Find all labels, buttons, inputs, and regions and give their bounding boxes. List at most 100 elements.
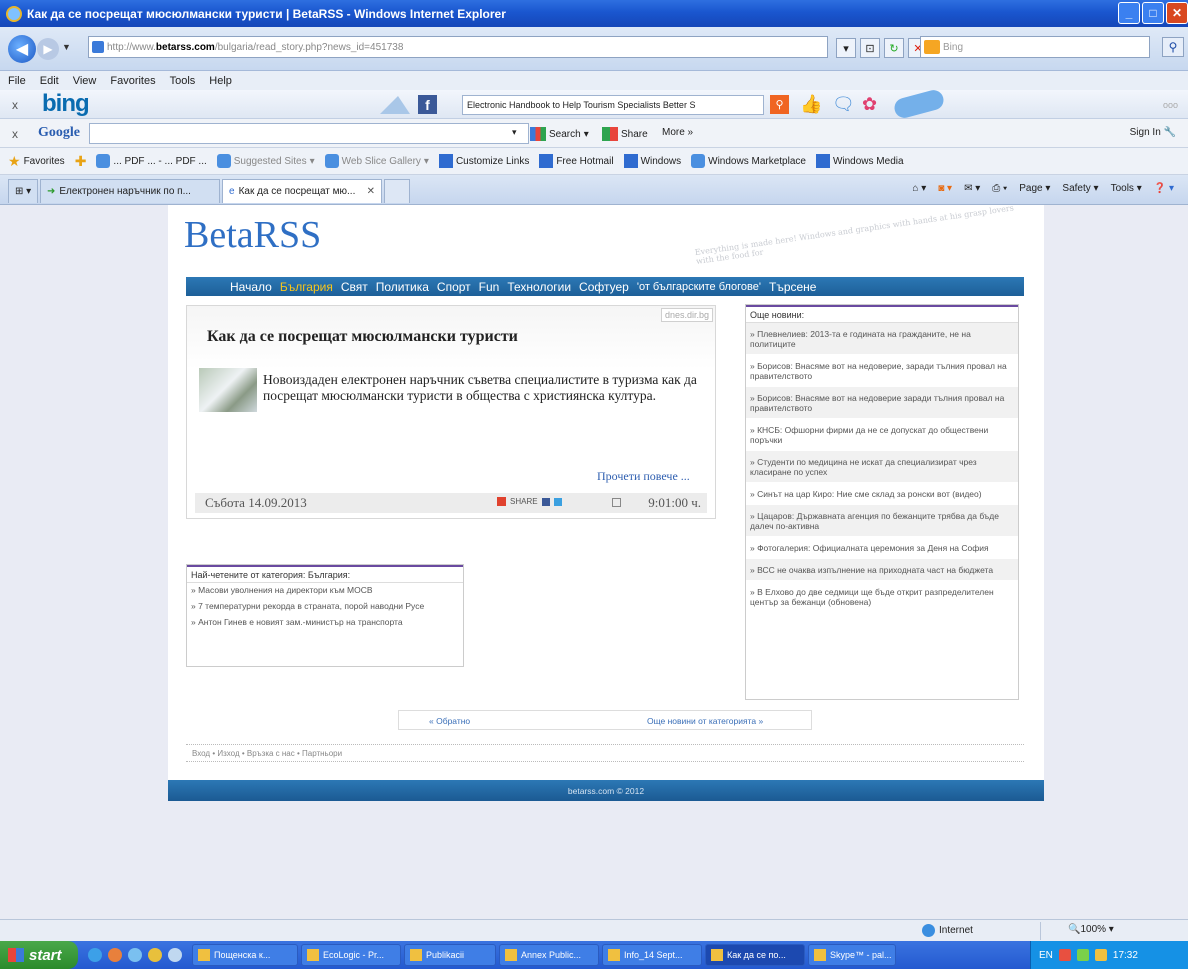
quick-tabs-button[interactable]: ⊞ ▾ [8,179,38,203]
menu-favorites[interactable]: Favorites [110,75,155,87]
menu-view[interactable]: View [73,75,97,87]
refresh-icon[interactable]: ↻ [884,38,904,58]
feeds-icon[interactable]: ◙ ▾ [938,183,952,194]
new-tab-button[interactable] [384,179,410,203]
list-item[interactable]: » Цацаров: Държавната агенция по бежанци… [746,505,1018,537]
language-indicator[interactable]: EN [1039,950,1053,961]
more-category-link[interactable]: Още новини от категорията » [647,716,763,726]
taskbar-item[interactable]: Publikacii [404,944,496,966]
close-toolbar-icon[interactable]: x [12,98,18,112]
favorites-item[interactable]: Windows [623,154,681,168]
search-icon[interactable]: ⚲ [1162,37,1184,57]
close-toolbar-icon[interactable]: x [12,127,18,141]
menu-help[interactable]: Help [209,75,232,87]
google-more-button[interactable]: More » [662,127,693,138]
site-logo[interactable]: BetaRSS [184,213,321,257]
forward-button[interactable]: ▶ [37,38,59,60]
list-item[interactable]: » Плевнелиев: 2013-та е годината на граж… [746,323,1018,355]
nav-blogs[interactable]: 'от българските блогове' [637,281,761,293]
thumbs-up-icon[interactable]: 👍 [800,94,822,115]
maximize-button[interactable]: □ [1142,2,1164,24]
nav-bulgaria[interactable]: България [280,280,333,294]
home-icon[interactable]: ⌂ ▾ [912,183,926,194]
list-item[interactable]: » КНСБ: Офшорни фирми да не се допускат … [746,419,1018,451]
taskbar-item[interactable]: Пощенска к... [192,944,298,966]
favorites-item[interactable]: Windows Media [815,154,904,168]
favorites-item[interactable]: Web Slice Gallery ▾ [324,154,429,168]
favorites-item[interactable]: Windows Marketplace [691,154,806,168]
favorites-item[interactable]: ... PDF ... - ... PDF ... [96,154,207,168]
article-source[interactable]: dnes.dir.bg [660,308,713,322]
list-item[interactable]: » Студенти по медицина не искат да специ… [746,451,1018,483]
bing-search-input[interactable]: Electronic Handbook to Help Tourism Spec… [462,95,764,115]
tab-handbook[interactable]: ➜ Електронен наръчник по п... [40,179,220,203]
list-item[interactable]: » Борисов: Внасяме вот на недоверие зара… [746,387,1018,419]
tab-current[interactable]: e Как да се посрещат мю... ✕ [222,179,382,203]
list-item[interactable]: » Борисов: Внасяме вот на недоверие, зар… [746,355,1018,387]
url-field[interactable]: http://www. betarss.com/bulgaria/read_sto… [88,36,828,58]
list-item[interactable]: » 7 температурни рекорда в страната, пор… [187,599,463,615]
bing-badge-icon[interactable] [892,87,946,121]
bing-search-button[interactable]: ⚲ [770,95,789,114]
footer-links[interactable]: Вход • Изход • Връзка с нас • Партньори [186,744,1024,762]
print-icon[interactable] [612,498,621,507]
quick-launch-icon[interactable] [108,948,122,962]
nav-software[interactable]: Софтуер [579,280,629,294]
print-icon[interactable]: ⎙ ▾ [992,183,1007,194]
quick-launch-icon[interactable] [148,948,162,962]
more-icon[interactable]: ooo [1163,100,1178,110]
quick-launch-icon[interactable] [88,948,102,962]
favorites-item[interactable]: Free Hotmail [539,154,614,168]
close-window-button[interactable]: ✕ [1166,2,1188,24]
facebook-icon[interactable]: f [418,95,437,114]
tray-icon[interactable] [1094,949,1107,961]
browser-search-input[interactable]: Bing [920,36,1150,58]
list-item[interactable]: » Антон Гинев е новият зам.-министър на … [187,615,463,631]
tray-icon[interactable] [1076,949,1089,961]
tools-menu[interactable]: Tools ▾ [1111,183,1142,194]
start-button[interactable]: start [0,941,78,969]
google-search-button[interactable]: Search ▾ [530,127,589,141]
menu-tools[interactable]: Tools [170,75,196,87]
share-button[interactable]: SHARE [497,497,562,506]
tray-icon[interactable] [1058,949,1071,961]
back-button[interactable]: ◀ [8,35,36,63]
quick-launch-icon[interactable] [168,948,182,962]
taskbar-item[interactable]: EcoLogic - Pr... [301,944,401,966]
page-menu[interactable]: Page ▾ [1019,183,1050,194]
minimize-button[interactable]: _ [1118,2,1140,24]
favorites-item[interactable]: Customize Links [438,154,529,168]
google-share-button[interactable]: Share [602,127,648,141]
list-item[interactable]: » Масови уволнения на директори към МОСВ [187,583,463,599]
list-item[interactable]: » Фотогалерия: Официалната церемония за … [746,537,1018,559]
favorites-button[interactable]: ★ Favorites [8,153,65,170]
flower-icon[interactable]: ✿ [862,94,877,115]
nav-fun[interactable]: Fun [479,280,500,294]
nav-search[interactable]: Търсене [769,280,816,294]
nav-world[interactable]: Свят [341,280,368,294]
history-dropdown-icon[interactable]: ▼ [62,42,71,52]
read-more-link[interactable]: Прочети повече ... [597,469,690,484]
url-dropdown-icon[interactable]: ▾ [836,38,856,58]
nav-politics[interactable]: Политика [376,280,429,294]
google-search-input[interactable] [89,123,529,144]
taskbar-item[interactable]: Skype™ - pal... [808,944,896,966]
menu-file[interactable]: File [8,75,26,87]
nav-sport[interactable]: Спорт [437,280,471,294]
zoom-control[interactable]: 🔍100% ▾ [1068,924,1114,935]
taskbar-item[interactable]: Info_14 Sept... [602,944,702,966]
help-icon[interactable]: ❓ ▾ [1154,183,1174,194]
list-item[interactable]: » ВСС не очаква изпълнение на приходната… [746,559,1018,581]
nav-home[interactable]: Начало [230,280,272,294]
add-favorite-icon[interactable]: ✚ [75,153,87,170]
close-tab-icon[interactable]: ✕ [367,186,375,197]
taskbar-item[interactable]: Как да се по... [705,944,805,966]
nav-technology[interactable]: Технологии [507,280,571,294]
taskbar-item[interactable]: Annex Public... [499,944,599,966]
list-item[interactable]: » Синът на цар Киро: Ние сме склад за ро… [746,483,1018,505]
chat-icon[interactable]: 🗨 [832,94,855,115]
quick-launch-icon[interactable] [128,948,142,962]
google-dropdown-icon[interactable]: ▾ [512,127,517,138]
back-link[interactable]: « Обратно [429,716,470,726]
list-item[interactable]: » В Елхово до две седмици ще бъде открит… [746,581,1018,613]
